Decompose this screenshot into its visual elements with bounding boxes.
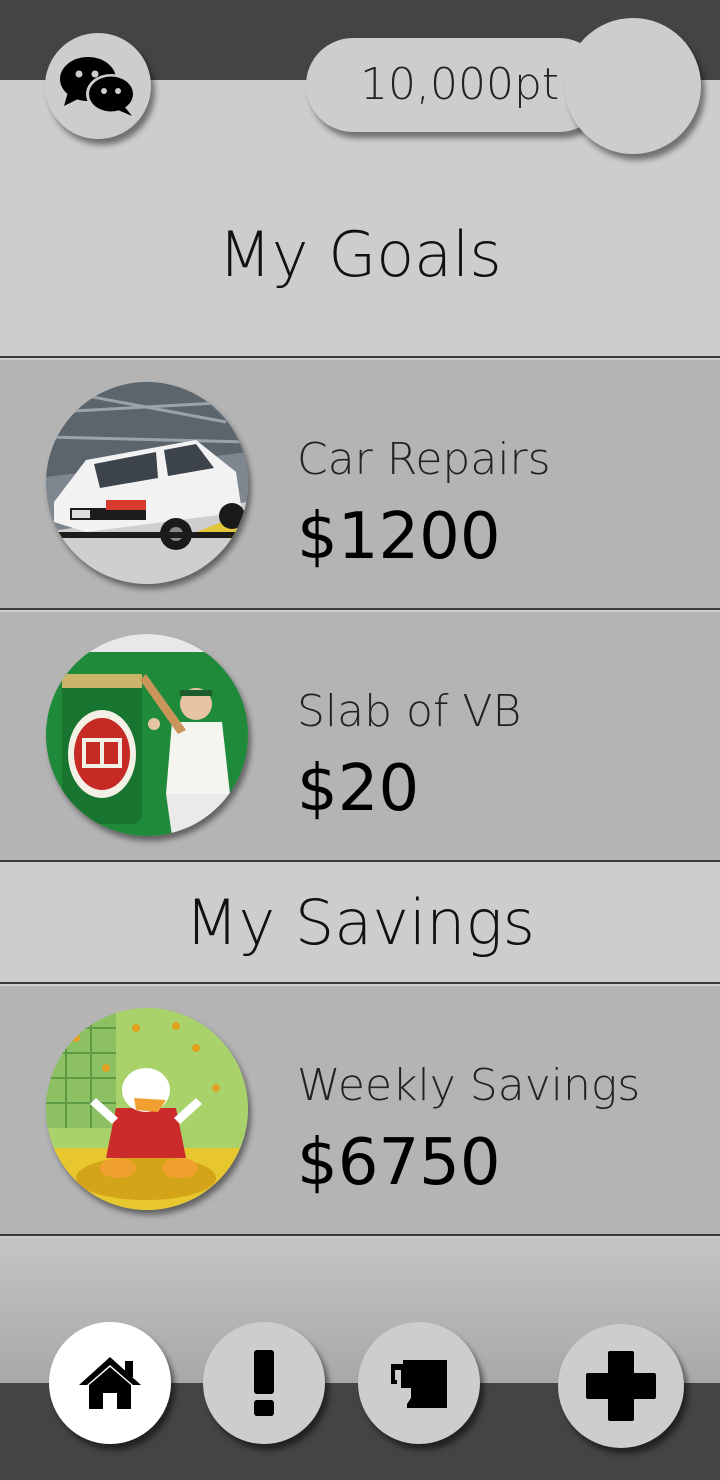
goals-title: My Goals xyxy=(218,218,502,291)
profile-avatar[interactable] xyxy=(565,18,701,154)
trophy-icon xyxy=(391,1360,447,1408)
goal-amount: $1200 xyxy=(297,500,501,574)
home-icon xyxy=(79,1357,141,1409)
goal-amount: $20 xyxy=(297,752,420,826)
coins-thumbnail xyxy=(46,1008,248,1210)
chat-bubbles-icon xyxy=(60,57,136,116)
plus-icon xyxy=(586,1351,656,1421)
beer-thumbnail xyxy=(46,634,248,836)
goal-card-car-repairs[interactable]: Car Repairs $1200 xyxy=(0,360,720,610)
nav-alerts-button[interactable] xyxy=(203,1322,325,1444)
chat-button[interactable] xyxy=(45,33,151,139)
savings-amount: $6750 xyxy=(297,1126,501,1200)
points-text: 10,000pt xyxy=(360,59,560,110)
goal-label: Car Repairs xyxy=(297,434,551,485)
alert-icon xyxy=(254,1350,274,1416)
nav-add-button[interactable] xyxy=(558,1324,684,1448)
savings-card-weekly[interactable]: Weekly Savings $6750 xyxy=(0,986,720,1236)
nav-home-button[interactable] xyxy=(49,1322,171,1444)
points-balance[interactable]: 10,000pt xyxy=(306,38,606,132)
car-thumbnail xyxy=(46,382,248,584)
savings-header-panel: My Savings xyxy=(0,864,720,984)
nav-rewards-button[interactable] xyxy=(358,1322,480,1444)
goal-label: Slab of VB xyxy=(297,686,522,737)
savings-label: Weekly Savings xyxy=(297,1060,641,1111)
savings-title: My Savings xyxy=(185,886,535,959)
goal-card-slab-of-vb[interactable]: Slab of VB $20 xyxy=(0,612,720,862)
